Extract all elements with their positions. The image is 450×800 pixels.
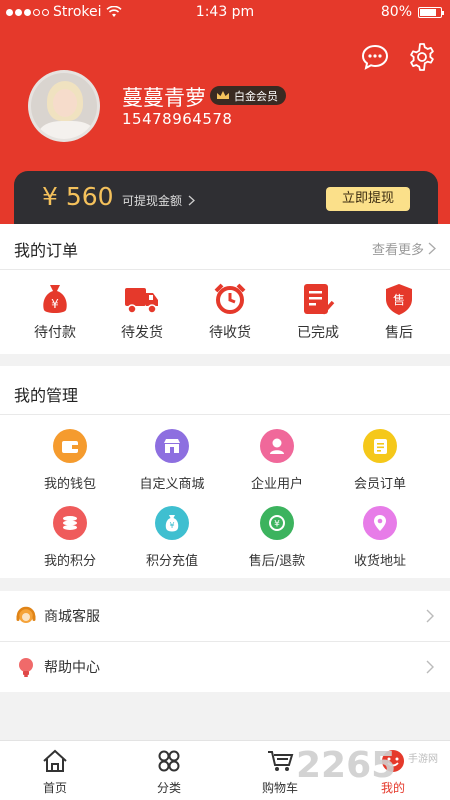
refund-icon: ¥	[260, 506, 294, 540]
order-completed[interactable]: 已完成	[283, 282, 353, 342]
menu-enterprise-user[interactable]: 企业用户	[232, 429, 322, 492]
wallet-icon	[53, 429, 87, 463]
gear-icon[interactable]	[407, 42, 437, 72]
watermark-logo: 2265	[296, 745, 397, 786]
orders-section: 我的订单 查看更多 ¥ 待付款 待发货 待收货 已完成 售 售后	[0, 224, 450, 354]
svg-text:¥: ¥	[274, 520, 280, 530]
order-label: 待付款	[34, 325, 76, 341]
profile-header: Strokei 1:43 pm 80% 蔓蔓青萝 白金会员 1547896457…	[0, 0, 450, 229]
battery-status: 80%	[380, 4, 444, 20]
after-sale-shield-icon: 售	[386, 284, 412, 315]
svg-text:¥: ¥	[169, 521, 174, 530]
menu-label: 我的钱包	[43, 477, 96, 492]
chevron-right-icon	[426, 609, 434, 623]
member-badge: 白金会员	[210, 86, 286, 105]
menu-shipping-address[interactable]: 收货地址	[335, 506, 425, 569]
order-label: 售后	[385, 325, 413, 341]
wallet-card: ¥ 560 可提现金额 立即提现	[14, 171, 438, 229]
member-badge-label: 白金会员	[234, 89, 278, 103]
watermark-text: 手游网	[408, 754, 438, 765]
order-label: 待收货	[209, 325, 251, 341]
cart-icon	[268, 751, 294, 771]
chevron-right-icon	[428, 242, 436, 255]
crown-icon	[217, 91, 229, 99]
view-more-link[interactable]: 查看更多	[372, 239, 436, 258]
withdrawable-label: 可提现金额	[122, 194, 183, 208]
chevron-right-icon	[426, 660, 434, 674]
tab-label: 首页	[42, 781, 67, 795]
coins-icon	[53, 506, 87, 540]
battery-percent: 80%	[380, 4, 412, 20]
alarm-clock-icon	[214, 283, 246, 314]
menu-my-wallet[interactable]: 我的钱包	[25, 429, 115, 492]
truck-icon	[125, 288, 158, 314]
avatar[interactable]	[28, 70, 100, 142]
row-label: 商城客服	[44, 609, 100, 625]
home-icon	[43, 749, 67, 772]
status-bar: Strokei 1:43 pm 80%	[0, 0, 450, 24]
withdrawable-link[interactable]: 可提现金额	[122, 192, 195, 209]
battery-icon	[418, 6, 444, 18]
menu-label: 我的积分	[43, 554, 96, 569]
view-more-label: 查看更多	[371, 243, 424, 258]
order-pending-shipment[interactable]: 待发货	[107, 282, 177, 342]
menu-refund[interactable]: ¥ 售后/退款	[232, 506, 322, 569]
menu-member-orders[interactable]: 会员订单	[335, 429, 425, 492]
menu-custom-store[interactable]: 自定义商城	[127, 429, 217, 492]
help-center-row[interactable]: 帮助中心	[0, 642, 450, 692]
svg-text:¥: ¥	[51, 297, 59, 311]
message-icon[interactable]	[360, 42, 390, 72]
user-icon	[260, 429, 294, 463]
svg-text:售: 售	[393, 292, 405, 307]
row-label: 帮助中心	[44, 660, 100, 676]
tab-category[interactable]: 分类	[134, 749, 204, 796]
tab-label: 分类	[156, 781, 181, 795]
withdraw-button[interactable]: 立即提现	[326, 187, 410, 211]
withdrawable-amount: ¥ 560	[42, 182, 114, 211]
menu-label: 会员订单	[353, 477, 406, 492]
clipboard-icon	[363, 429, 397, 463]
management-section: 我的管理 我的钱包 自定义商城 企业用户 会员订单 我的积分 ¥ 积分充值 ¥ …	[0, 366, 450, 578]
menu-label: 自定义商城	[139, 477, 205, 492]
order-after-sale[interactable]: 售 售后	[364, 282, 434, 342]
chevron-right-icon	[188, 195, 195, 206]
order-pending-receipt[interactable]: 待收货	[195, 282, 265, 342]
completed-list-icon	[304, 284, 335, 315]
location-pin-icon	[363, 506, 397, 540]
orders-title: 我的订单	[14, 241, 79, 260]
category-icon	[158, 750, 180, 772]
customer-service-row[interactable]: 商城客服	[0, 591, 450, 641]
help-bulb-icon	[19, 658, 33, 677]
order-pending-payment[interactable]: ¥ 待付款	[20, 282, 90, 342]
management-title: 我的管理	[14, 386, 79, 405]
money-bag-icon: ¥	[43, 285, 67, 313]
menu-my-points[interactable]: 我的积分	[25, 506, 115, 569]
tab-home[interactable]: 首页	[20, 749, 90, 796]
order-label: 已完成	[297, 325, 339, 341]
user-phone: 15478964578	[122, 110, 233, 128]
menu-label: 售后/退款	[248, 554, 306, 569]
menu-points-recharge[interactable]: ¥ 积分充值	[127, 506, 217, 569]
menu-label: 企业用户	[250, 477, 303, 492]
yuan-bag-icon: ¥	[155, 506, 189, 540]
customer-service-icon	[16, 606, 36, 623]
user-name: 蔓蔓青萝	[122, 86, 206, 110]
menu-label: 积分充值	[145, 554, 198, 569]
menu-label: 收货地址	[353, 554, 406, 569]
store-icon	[155, 429, 189, 463]
order-label: 待发货	[121, 325, 163, 341]
